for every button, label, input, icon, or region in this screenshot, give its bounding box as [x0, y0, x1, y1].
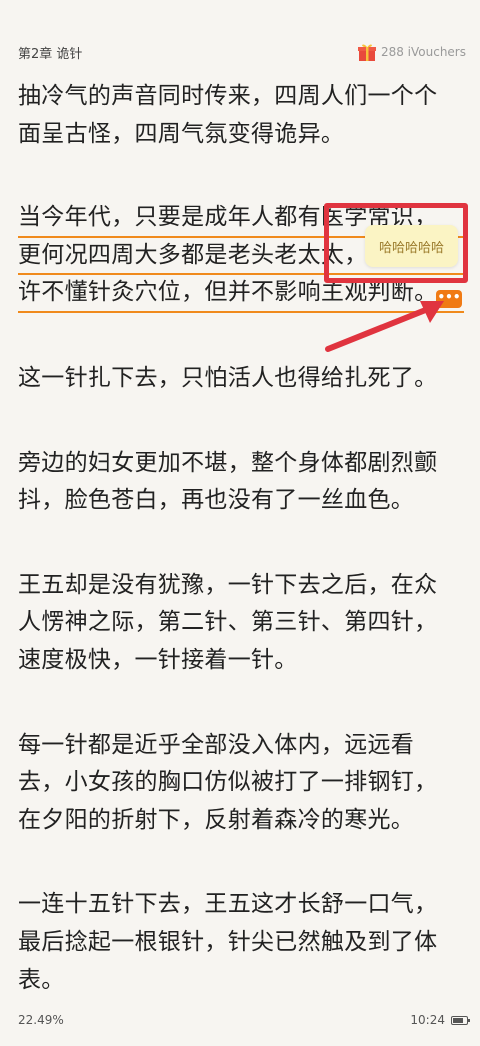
vouchers-count: 288 iVouchers	[380, 45, 466, 59]
text-line: 每一针都是近乎全部没入体内，远远看	[18, 731, 415, 758]
text-line: 王五却是没有犹豫，一针下去之后，在众	[18, 571, 438, 598]
paragraph: 王五却是没有犹豫，一针下去之后，在众 人愣神之际，第二针、第三针、第四针， 速度…	[18, 567, 464, 680]
text-line: 最后捻起一根银针，针尖已然触及到了体	[18, 928, 438, 955]
reader-header: 第2章 诡针 288 iVouchers	[18, 40, 466, 64]
annotation-highlight-box	[324, 203, 468, 283]
vouchers-button[interactable]: 288 iVouchers	[357, 42, 466, 62]
text-line: 表。	[18, 966, 65, 993]
text-line: 旁边的妇女更加不堪，整个身体都剧烈颤	[18, 449, 438, 476]
paragraph: 一连十五针下去，王五这才长舒一口气， 最后捻起一根银针，针尖已然触及到了体 表。	[18, 886, 464, 999]
text-line: 在夕阳的折射下，反射着森冷的寒光。	[18, 806, 415, 833]
paragraph: 抽冷气的声音同时传来，四周人们一个个 面呈古怪，四周气氛变得诡异。	[18, 78, 464, 153]
text-line: 这一针扎下去，只怕活人也得给扎死了。	[18, 364, 438, 391]
text-line: 速度极快，一针接着一针。	[18, 646, 298, 673]
text-line: 抽冷气的声音同时传来，四周人们一个个	[18, 83, 438, 109]
text-line: 面呈古怪，四周气氛变得诡异。	[18, 120, 345, 147]
annotation-arrow-icon	[325, 301, 444, 352]
status-info: 10:24	[410, 1013, 470, 1027]
battery-level	[453, 1017, 464, 1023]
clock-time: 10:24	[410, 1013, 445, 1027]
text-line: 抖，脸色苍白，再也没有了一丝血色。	[18, 487, 415, 514]
paragraph: 这一针扎下去，只怕活人也得给扎死了。	[18, 360, 464, 398]
paragraph: 每一针都是近乎全部没入体内，远远看 去，小女孩的胸口仿似被打了一排钢钉， 在夕阳…	[18, 727, 464, 840]
gift-icon	[357, 44, 376, 61]
text-line: 一连十五针下去，王五这才长舒一口气，	[18, 891, 438, 918]
text-line: 人愣神之际，第二针、第三针、第四针，	[18, 609, 438, 636]
battery-icon	[451, 1015, 470, 1025]
reading-progress: 22.49%	[18, 1013, 64, 1027]
reader-footer: 22.49% 10:24	[18, 1010, 470, 1030]
paragraph: 旁边的妇女更加不堪，整个身体都剧烈颤 抖，脸色苍白，再也没有了一丝血色。	[18, 445, 464, 520]
chapter-title: 第2章 诡针	[18, 46, 83, 62]
text-line: 去，小女孩的胸口仿似被打了一排钢钉，	[18, 769, 438, 796]
